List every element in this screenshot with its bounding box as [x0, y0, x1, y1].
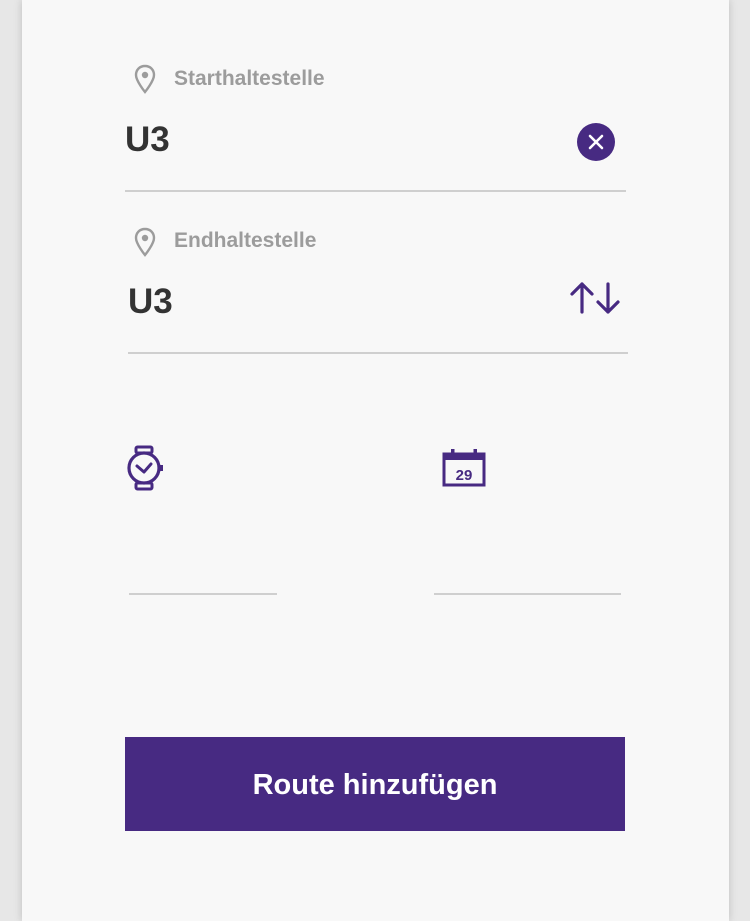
date-input[interactable]	[434, 593, 621, 595]
end-stop-underline	[128, 352, 628, 354]
clear-icon	[588, 134, 604, 150]
start-stop-label: Starthaltestelle	[174, 67, 325, 90]
end-stop-label: Endhaltestelle	[174, 229, 317, 252]
calendar-icon[interactable]: 29	[442, 449, 486, 487]
start-stop-underline	[125, 190, 626, 192]
end-location-pin-icon	[134, 227, 156, 257]
start-stop-input[interactable]: U3	[125, 120, 170, 160]
end-stop-input[interactable]: U3	[128, 282, 173, 322]
watch-icon[interactable]	[124, 445, 164, 491]
start-location-pin-icon	[134, 64, 156, 94]
add-route-button[interactable]: Route hinzufügen	[125, 737, 625, 831]
swap-arrows-icon[interactable]	[568, 280, 622, 316]
time-input[interactable]	[129, 593, 277, 595]
clear-start-button[interactable]	[577, 123, 615, 161]
calendar-day-number: 29	[456, 467, 473, 484]
